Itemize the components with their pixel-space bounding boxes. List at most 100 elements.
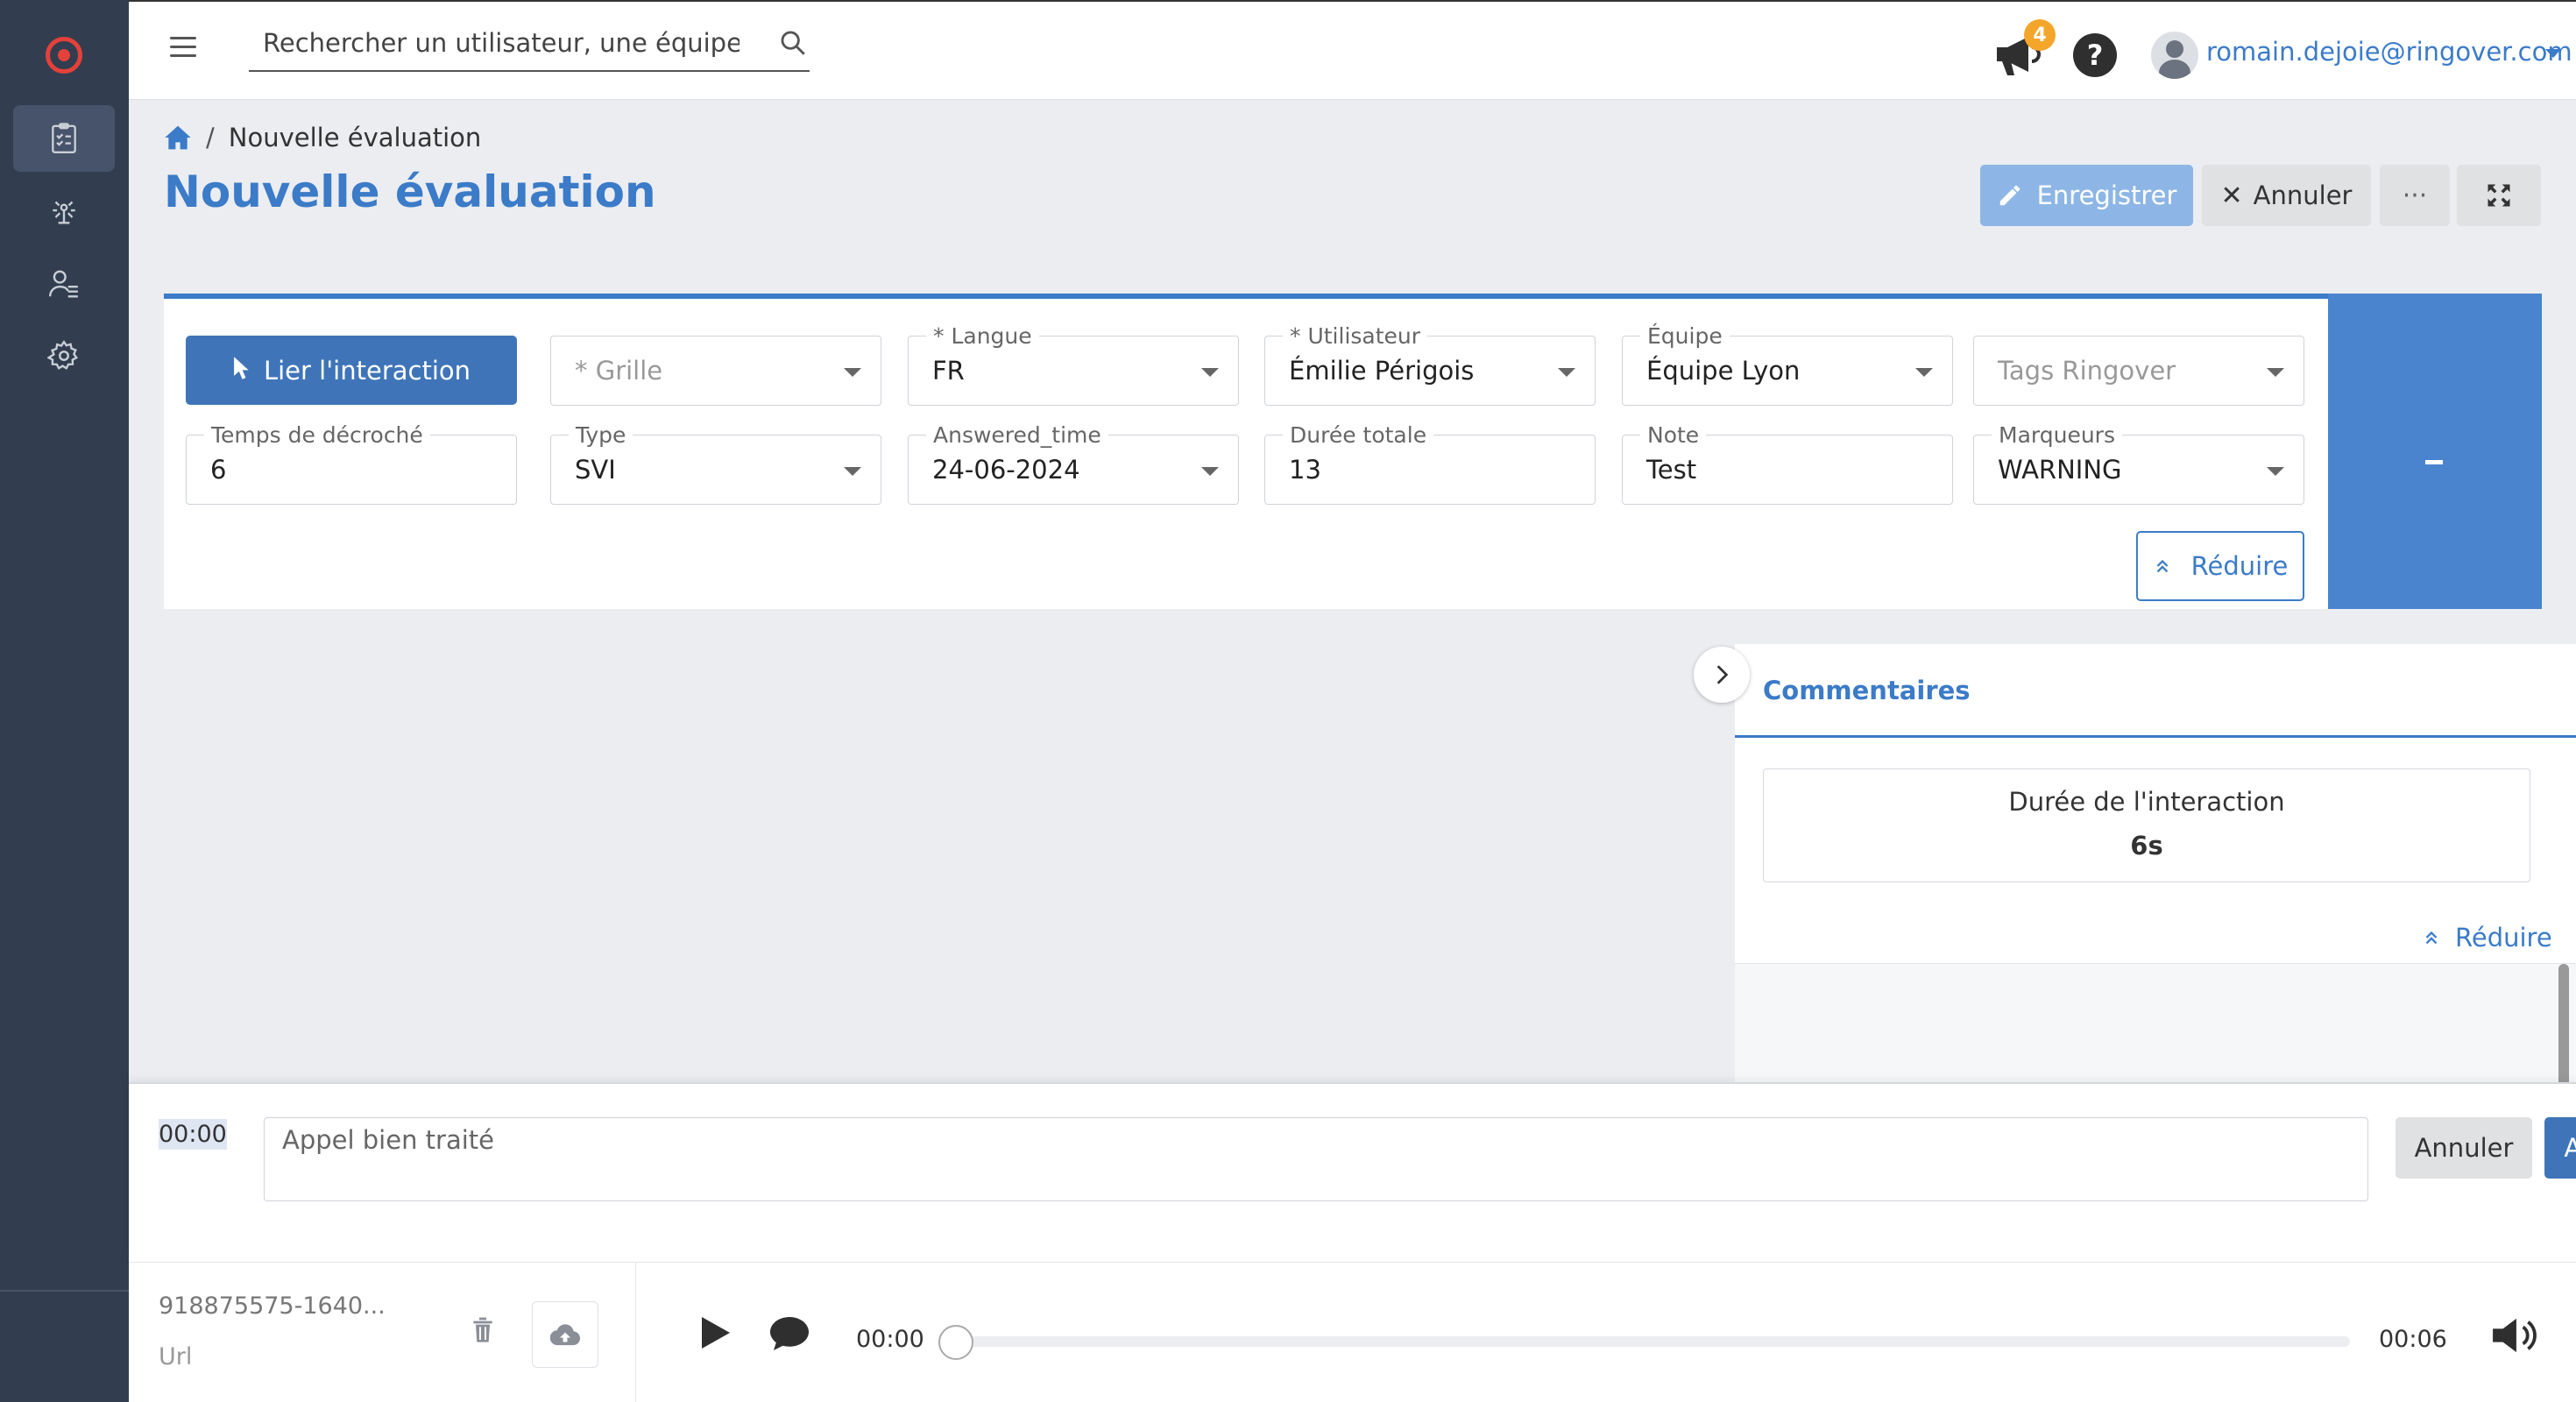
reduce-comments-link[interactable]: Réduire [2422,923,2552,952]
comment-entry-bar: 00:00 Annuler Ajouter [129,1082,2576,1262]
avatar[interactable] [2151,32,2198,79]
duree-totale-field[interactable]: Durée totale 13 [1264,422,1596,505]
temps-decroche-label: Temps de décroché [204,422,430,448]
add-comment-button[interactable]: Ajouter [2544,1117,2576,1179]
type-value: SVI [575,455,616,485]
clipboard-checklist-icon [52,123,76,154]
search-input[interactable] [249,18,740,68]
caret-down-icon [1915,368,1933,377]
recording-url-label[interactable]: Url [159,1343,192,1370]
fullscreen-button[interactable] [2457,165,2541,226]
comment-input[interactable] [264,1117,2368,1201]
caret-down-icon [844,467,861,476]
volume-icon[interactable] [2490,1315,2539,1356]
total-time: 00:06 [2379,1326,2447,1353]
chevron-down-icon[interactable] [2545,49,2561,58]
divider [635,1263,636,1402]
sidebar-item-evaluations[interactable] [13,105,115,172]
cancel-button[interactable]: ✕ Annuler [2202,165,2371,226]
more-options-button[interactable]: ··· [2380,165,2450,226]
langue-value: FR [932,356,965,386]
caret-down-icon [2267,467,2284,476]
duration-value: 6s [2130,831,2163,860]
recording-file-name: 918875575-1640... [159,1292,386,1320]
cloud-upload-button[interactable] [532,1301,598,1368]
duree-totale-label: Durée totale [1283,422,1434,448]
equipe-select[interactable]: Équipe Équipe Lyon [1622,323,1953,406]
temps-decroche-field[interactable]: Temps de décroché 6 [186,422,517,505]
save-button[interactable]: Enregistrer [1980,165,2193,226]
tab-underline [1735,735,2576,738]
double-chevron-up-icon [2425,931,2438,945]
grille-select[interactable]: * Grille [550,336,881,406]
breadcrumb-separator: / [206,123,215,152]
expand-icon [2488,184,2510,207]
caret-down-icon [2267,368,2284,377]
close-icon: ✕ [2220,180,2243,211]
user-list-icon [48,270,78,298]
sidebar-item-users[interactable] [13,251,115,317]
type-select[interactable]: Type SVI [550,422,881,505]
current-time: 00:00 [856,1326,924,1353]
comments-content-area [1735,964,2576,1082]
answered-time-value: 24-06-2024 [932,455,1080,485]
user-email[interactable]: romain.dejoie@ringover.com [2206,37,2572,67]
utilisateur-value: Émilie Périgois [1289,356,1475,386]
cursor-arrow-icon [234,356,249,379]
double-chevron-up-icon [2156,559,2168,573]
breadcrumb-current: Nouvelle évaluation [228,123,482,152]
tab-commentaires[interactable]: Commentaires [1763,676,1971,705]
grille-placeholder: * Grille [575,356,663,386]
play-icon[interactable] [700,1315,732,1350]
type-label: Type [569,422,633,448]
ringover-logo[interactable] [46,37,82,74]
trash-icon[interactable] [471,1315,495,1343]
reduce-form-label: Réduire [2190,551,2289,581]
utilisateur-label: * Utilisateur [1283,323,1428,349]
marqueurs-label: Marqueurs [1992,422,2122,448]
scrollbar[interactable] [2558,964,2569,1095]
sidebar-divider [0,1290,129,1292]
cancel-comment-button[interactable]: Annuler [2396,1117,2532,1179]
sidebar-item-settings[interactable] [13,322,115,389]
progress-track[interactable] [944,1336,2350,1347]
link-interaction-label: Lier l'interaction [263,355,471,386]
help-button[interactable]: ? [2073,33,2117,77]
search-icon[interactable] [778,28,808,58]
score-panel [2328,294,2542,609]
langue-select[interactable]: * Langue FR [908,323,1239,406]
note-label: Note [1640,422,1707,448]
gear-icon [47,340,78,370]
reduce-comments-label: Réduire [2455,923,2552,952]
duration-title: Durée de l'interaction [2008,787,2285,817]
home-icon[interactable] [164,124,192,151]
hamburger-menu-icon[interactable] [170,37,196,58]
comments-panel: Commentaires Durée de l'interaction 6s R… [1735,644,2576,1082]
sidebar [0,0,129,1402]
notification-badge: 4 [2024,19,2056,51]
reduce-form-button[interactable]: Réduire [2136,531,2304,601]
note-field[interactable]: Note Test [1622,422,1953,505]
cancel-button-label: Annuler [2253,181,2353,210]
tags-placeholder: Tags Ringover [1998,356,2176,386]
search-box [249,18,810,72]
answered-time-label: Answered_time [926,422,1108,448]
marqueurs-select[interactable]: Marqueurs WARNING [1973,422,2304,505]
progress-knob[interactable] [938,1325,973,1360]
caret-down-icon [1201,467,1219,476]
caret-down-icon [1558,368,1575,377]
duree-totale-value: 13 [1289,455,1321,485]
answered-time-select[interactable]: Answered_time 24-06-2024 [908,422,1239,505]
tags-select[interactable]: Tags Ringover [1973,336,2304,406]
utilisateur-select[interactable]: * Utilisateur Émilie Périgois [1264,323,1596,406]
comment-timestamp[interactable]: 00:00 [159,1119,227,1150]
note-value: Test [1646,455,1697,485]
caret-down-icon [1201,368,1219,377]
cloud-upload-icon [550,1324,580,1346]
collapse-panel-button[interactable] [1694,647,1750,703]
link-interaction-button[interactable]: Lier l'interaction [186,336,517,405]
breadcrumb: / Nouvelle évaluation [164,123,481,152]
equipe-value: Équipe Lyon [1646,356,1801,386]
sidebar-item-monitoring[interactable] [13,177,115,244]
comment-bubble-icon[interactable] [768,1315,810,1352]
